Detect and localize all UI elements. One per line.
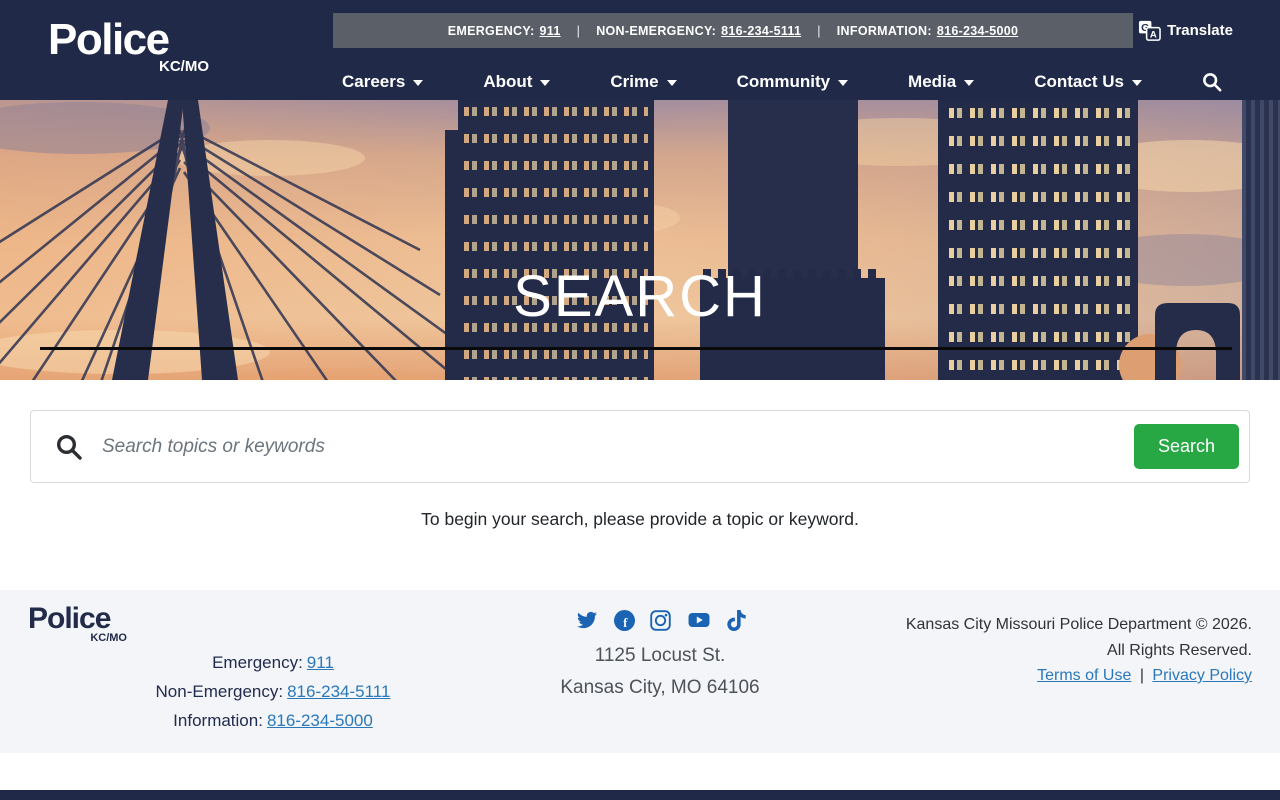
footer-information-row: Information: 816-234-5000 [123,706,423,735]
nav-search-icon[interactable] [1202,72,1222,92]
twitter-link[interactable] [575,610,599,630]
translate-icon: G A [1138,19,1161,42]
site-logo[interactable]: Police KC/MO [48,15,223,76]
instagram-link[interactable] [649,609,671,631]
social-links: f [438,608,882,632]
information-phone-link[interactable]: 816-234-5000 [937,24,1018,38]
non-emergency-label: NON-EMERGENCY: [596,23,717,38]
youtube-link[interactable] [686,610,712,630]
search-button[interactable]: Search [1133,424,1239,469]
footer-left-column: Police KC/MO Emergency: 911 Non-Emergency… [28,604,438,753]
emergency-contact: EMERGENCY: 911 [448,24,561,38]
twitter-icon [576,611,597,629]
nav-label: Careers [342,72,406,91]
nav-label: Contact Us [1034,72,1124,91]
footer-emergency-link[interactable]: 911 [307,653,334,672]
search-help-text: To begin your search, please provide a t… [421,509,859,529]
address-block: 1125 Locust St. Kansas City, MO 64106 [438,640,882,704]
footer-right-column: Kansas City Missouri Police Department ©… [882,604,1252,753]
address-line-2: Kansas City, MO 64106 [560,677,760,698]
footer-information-link[interactable]: 816-234-5000 [267,711,373,730]
footer-gap [0,753,1280,790]
chevron-down-icon [1131,80,1142,86]
chevron-down-icon [413,80,424,86]
footer-center-column: f 1125 Locust St. Kansas City, MO 64106 [438,604,882,753]
hero-banner: SEARCH [0,100,1280,380]
non-emergency-contact: NON-EMERGENCY: 816-234-5111 [596,24,801,38]
nav-label: Media [908,72,957,91]
chevron-down-icon [666,80,677,86]
translate-button[interactable]: G A Translate [1138,19,1233,42]
nav-item-crime[interactable]: Crime [610,72,677,92]
chevron-down-icon [838,80,849,86]
nav-label: About [483,72,533,91]
nav-label: Crime [610,72,659,91]
instagram-icon [649,609,671,631]
main-nav: Careers About Crime Community Media Cont… [342,64,1222,100]
footer-logo-title: Police [28,602,111,635]
nav-item-contact-us[interactable]: Contact Us [1034,72,1142,92]
svg-text:f: f [623,614,628,629]
footer-logo[interactable]: Police KC/MO [28,602,133,645]
hero-cityscape-image [0,100,1280,380]
address-line-1: 1125 Locust St. [594,645,726,666]
nav-item-about[interactable]: About [483,72,551,92]
translate-label: Translate [1167,22,1233,39]
copyright-line-1: Kansas City Missouri Police Department ©… [905,616,1252,633]
search-icon [56,434,82,460]
information-contact: INFORMATION: 816-234-5000 [837,24,1018,38]
emergency-bar: EMERGENCY: 911 | NON-EMERGENCY: 816-234-… [333,13,1133,48]
page-title: SEARCH [513,264,767,329]
search-input[interactable] [102,435,1118,458]
chevron-down-icon [964,80,975,86]
legal-links-separator: | [1139,667,1144,684]
page: Police KC/MO EMERGENCY: 911 | NON-EMERGE… [0,0,1280,800]
tiktok-link[interactable] [726,609,746,631]
svg-text:A: A [1150,30,1157,41]
facebook-link[interactable]: f [613,609,635,631]
site-header: Police KC/MO EMERGENCY: 911 | NON-EMERGE… [0,0,1280,100]
footer-non-emergency-row: Non-Emergency: 816-234-5111 [123,677,423,706]
footer-emergency-label: Emergency: [212,653,303,672]
bottom-bar [0,790,1280,800]
non-emergency-phone-link[interactable]: 816-234-5111 [721,24,801,38]
terms-of-use-link[interactable]: Terms of Use [1037,667,1131,684]
chevron-down-icon [540,80,551,86]
copyright-line-2: All Rights Reserved. [1107,641,1252,659]
logo-title: Police [48,15,170,64]
title-underline [40,347,1232,350]
emergency-label: EMERGENCY: [447,23,535,38]
topbar-separator: | [576,23,581,38]
main-content: Search To begin your search, please prov… [0,380,1280,590]
footer-non-emergency-label: Non-Emergency: [155,682,284,701]
emergency-phone-link[interactable]: 911 [540,24,561,38]
facebook-icon: f [613,609,635,631]
youtube-icon [688,612,709,628]
nav-item-community[interactable]: Community [737,72,849,92]
nav-item-careers[interactable]: Careers [342,72,424,92]
site-footer: Police KC/MO Emergency: 911 Non-Emergency… [0,590,1280,753]
topbar-separator: | [817,23,821,38]
footer-legal-links: Terms of Use | Privacy Policy [882,663,1252,689]
privacy-policy-link[interactable]: Privacy Policy [1152,667,1252,684]
footer-non-emergency-link[interactable]: 816-234-5111 [287,682,390,701]
nav-item-media[interactable]: Media [908,72,975,92]
footer-contacts: Emergency: 911 Non-Emergency: 816-234-5111… [123,648,423,735]
tiktok-icon [726,609,746,631]
search-bar: Search [30,410,1250,483]
information-label: INFORMATION: [836,23,932,38]
footer-information-label: Information: [173,711,263,730]
nav-label: Community [736,72,831,91]
footer-emergency-row: Emergency: 911 [123,648,423,677]
